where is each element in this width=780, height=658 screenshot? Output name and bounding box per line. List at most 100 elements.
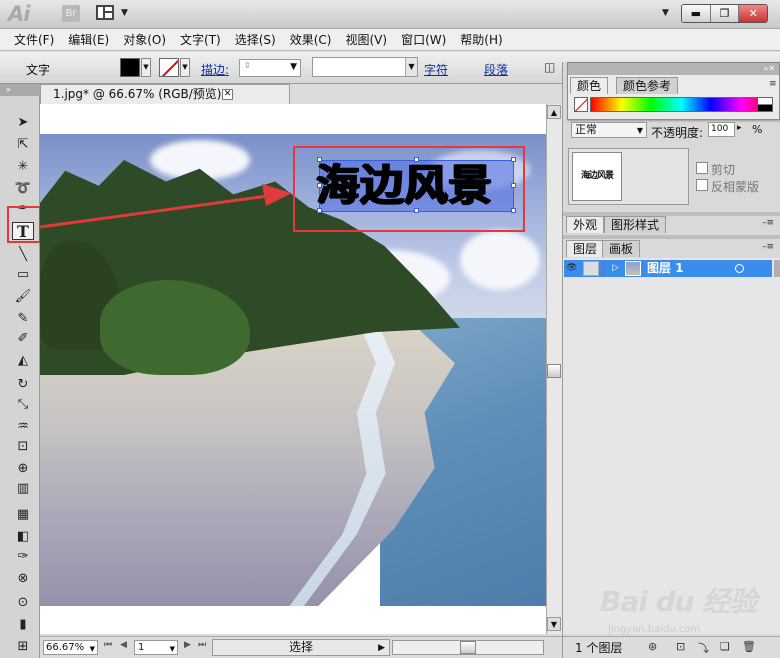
restore-button[interactable]: ❐ xyxy=(710,5,740,22)
minimize-button[interactable]: ▬ xyxy=(682,5,711,22)
eraser-tool-icon[interactable]: ◭ xyxy=(12,352,34,370)
zoom-dropdown-icon[interactable]: ▼ xyxy=(90,643,95,656)
none-color-swatch[interactable] xyxy=(574,97,588,112)
stroke-weight-dropdown-icon[interactable]: ▼ xyxy=(290,62,297,72)
menu-window[interactable]: 窗口(W) xyxy=(401,29,446,50)
artboard-number-field[interactable]: 1 ▼ xyxy=(134,640,178,655)
new-sublayer-icon[interactable]: ⤵ xyxy=(698,640,709,656)
tab-color[interactable]: 颜色 xyxy=(570,77,609,94)
tab-color-guide[interactable]: 颜色参考 xyxy=(616,77,679,94)
scale-tool-icon[interactable]: ⤡ xyxy=(12,396,34,414)
close-document-icon[interactable]: ✕ xyxy=(222,89,233,100)
rotate-tool-icon[interactable]: ↻ xyxy=(12,376,34,394)
first-artboard-icon[interactable]: ⏮ xyxy=(104,640,112,650)
appearance-panel-menu-icon[interactable]: –≡ xyxy=(762,218,774,228)
new-layer-icon[interactable]: ❏ xyxy=(720,640,730,653)
free-transform-tool-icon[interactable]: ⊡ xyxy=(12,438,34,456)
stepper-icon[interactable]: ⇕ xyxy=(244,61,251,70)
layers-scrollbar[interactable] xyxy=(774,260,780,277)
layers-panel-menu-icon[interactable]: –≡ xyxy=(762,242,774,252)
horizontal-scroll-thumb[interactable] xyxy=(460,641,476,654)
gradient-tool-icon[interactable]: ◧ xyxy=(12,528,34,546)
clip-checkbox[interactable] xyxy=(696,162,708,174)
blend-mode-dropdown-icon[interactable]: ▼ xyxy=(637,124,643,138)
delete-layer-icon[interactable]: 🗑 xyxy=(742,640,756,653)
expand-triangle-icon[interactable]: ▷ xyxy=(612,263,619,273)
blob-brush-tool-icon[interactable]: ✐ xyxy=(12,330,34,348)
color-panel-collapse-icon[interactable]: «✕ xyxy=(568,63,779,75)
scroll-up-icon[interactable]: ▲ xyxy=(547,105,561,119)
selection-tool-icon[interactable]: ➤ xyxy=(12,114,34,132)
lock-toggle[interactable] xyxy=(583,261,599,276)
color-panel-menu-icon[interactable]: ≡ xyxy=(769,79,777,89)
paintbrush-tool-icon[interactable]: 🖌 xyxy=(12,288,34,306)
symbol-sprayer-tool-icon[interactable]: ⊙ xyxy=(12,594,34,612)
fill-dropdown-icon[interactable]: ▼ xyxy=(141,58,151,77)
document-tab[interactable]: 1.jpg* @ 66.67% (RGB/预览) xyxy=(40,84,290,104)
blend-mode-value: 正常 xyxy=(575,123,597,136)
rectangle-tool-icon[interactable]: ▭ xyxy=(12,266,34,284)
tab-appearance[interactable]: 外观 xyxy=(566,216,605,233)
tab-layers[interactable]: 图层 xyxy=(566,240,605,257)
warp-tool-icon[interactable]: ♒ xyxy=(12,418,34,436)
menu-type[interactable]: 文字(T) xyxy=(180,29,221,50)
graph-tool-icon[interactable]: ▥ xyxy=(12,480,34,498)
menu-view[interactable]: 视图(V) xyxy=(345,29,387,50)
status-arrow-icon[interactable]: ▶ xyxy=(378,641,385,656)
eyedropper-tool-icon[interactable]: ✑ xyxy=(12,548,34,566)
stroke-color-swatch[interactable] xyxy=(159,58,179,77)
blend-tool-icon[interactable]: ⊗ xyxy=(12,570,34,588)
last-artboard-icon[interactable]: ⏭ xyxy=(198,640,206,650)
close-button[interactable]: ✕ xyxy=(739,5,767,22)
artboard-dropdown-icon[interactable]: ▼ xyxy=(170,643,175,656)
direct-selection-tool-icon[interactable]: ⇱ xyxy=(12,136,34,154)
paragraph-link[interactable]: 段落 xyxy=(484,61,508,78)
layer-name[interactable]: 图层 1 xyxy=(647,261,684,276)
next-artboard-icon[interactable]: ▶ xyxy=(184,640,191,650)
workspace-dropdown-icon[interactable]: ▼ xyxy=(662,8,669,18)
magic-wand-tool-icon[interactable]: ✳ xyxy=(12,158,34,176)
column-graph-tool-icon[interactable]: ▮ xyxy=(12,616,34,634)
mesh-tool-icon[interactable]: ▦ xyxy=(12,506,34,524)
line-tool-icon[interactable]: ╲ xyxy=(12,246,34,264)
tools-panel-grip[interactable]: » xyxy=(0,84,40,96)
blend-mode-select[interactable]: 正常 ▼ xyxy=(571,122,647,138)
tab-graphic-styles[interactable]: 图形样式 xyxy=(604,216,667,233)
arrange-documents-icon[interactable] xyxy=(96,5,114,20)
color-spectrum[interactable] xyxy=(590,97,773,112)
stroke-link[interactable]: 描边: xyxy=(201,61,229,78)
previous-artboard-icon[interactable]: ◀ xyxy=(120,640,127,650)
tab-artboards[interactable]: 画板 xyxy=(602,240,641,257)
menu-help[interactable]: 帮助(H) xyxy=(460,29,502,50)
artboard-tool-icon[interactable]: ⊞ xyxy=(12,638,34,656)
pencil-tool-icon[interactable]: ✎ xyxy=(12,310,34,328)
menu-effect[interactable]: 效果(C) xyxy=(290,29,332,50)
arrange-dropdown-icon[interactable]: ▼ xyxy=(121,8,128,18)
scroll-down-icon[interactable]: ▼ xyxy=(547,617,561,631)
menu-edit[interactable]: 编辑(E) xyxy=(68,29,109,50)
stroke-weight-field[interactable]: ⇕ ▼ xyxy=(239,59,301,77)
menu-object[interactable]: 对象(O) xyxy=(123,29,166,50)
visibility-eye-icon[interactable]: 👁 xyxy=(566,263,577,273)
panel-options-icon[interactable]: ◫ xyxy=(544,60,555,74)
locate-object-icon[interactable]: ⊛ xyxy=(648,640,657,653)
font-family-field[interactable]: ▼ xyxy=(312,57,418,77)
vertical-scroll-thumb[interactable] xyxy=(547,364,561,378)
shape-builder-tool-icon[interactable]: ⊕ xyxy=(12,460,34,478)
transparency-thumbnail[interactable]: 海边风景 xyxy=(572,152,622,201)
lasso-tool-icon[interactable]: ➰ xyxy=(12,180,34,198)
fill-color-swatch[interactable] xyxy=(120,58,140,77)
menu-file[interactable]: 文件(F) xyxy=(14,29,54,50)
font-family-dropdown-icon[interactable]: ▼ xyxy=(405,58,417,76)
bridge-button[interactable]: Br xyxy=(62,5,80,22)
character-link[interactable]: 字符 xyxy=(424,61,448,78)
opacity-stepper-icon[interactable]: ▸ xyxy=(737,123,742,133)
invert-mask-checkbox[interactable] xyxy=(696,179,708,191)
layer-target-icon[interactable] xyxy=(735,264,744,273)
status-menu[interactable]: 选择 ▶ xyxy=(212,639,390,656)
make-clipping-mask-icon[interactable]: ⊡ xyxy=(676,640,685,653)
menu-select[interactable]: 选择(S) xyxy=(235,29,276,50)
opacity-field[interactable]: 100 xyxy=(708,122,735,137)
zoom-field[interactable]: 66.67% ▼ xyxy=(43,640,98,655)
stroke-dropdown-icon[interactable]: ▼ xyxy=(180,58,190,77)
